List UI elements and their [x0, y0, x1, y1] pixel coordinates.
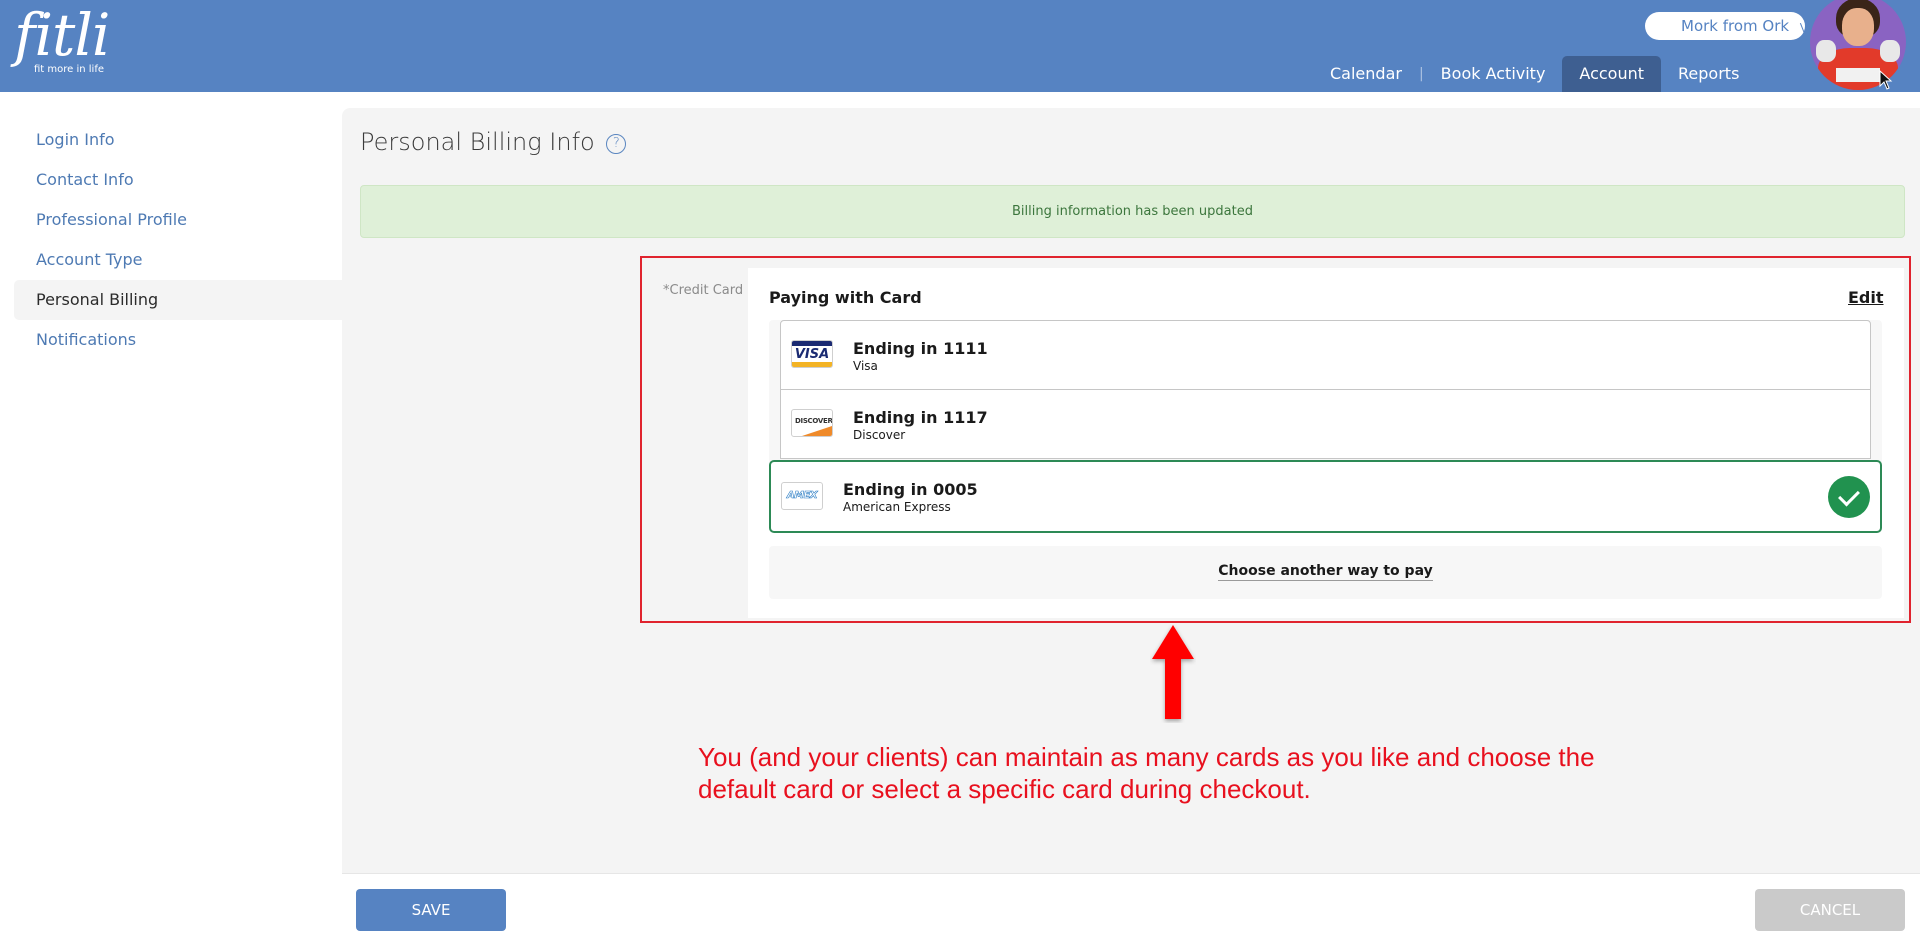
sidebar-item-notifications[interactable]: Notifications — [14, 320, 342, 360]
fitli-logo[interactable]: fitli fit more in life — [14, 1, 110, 75]
sidebar-item-contact-info[interactable]: Contact Info — [14, 160, 342, 200]
nav-reports[interactable]: Reports — [1661, 56, 1756, 92]
save-button[interactable]: SAVE — [356, 889, 506, 931]
top-header: fitli fit more in life Mork from Ork ⋁ C… — [0, 0, 1920, 92]
nav-book-activity[interactable]: Book Activity — [1424, 56, 1563, 92]
annotation-highlight-box — [640, 256, 1911, 623]
main-nav: Calendar | Book Activity Account Reports — [1313, 56, 1756, 92]
footer-divider — [342, 873, 1920, 874]
avatar-belt — [1836, 68, 1880, 82]
avatar-glove-left — [1816, 40, 1836, 62]
account-sidebar: Login Info Contact Info Professional Pro… — [14, 120, 342, 360]
nav-account[interactable]: Account — [1562, 56, 1662, 92]
help-icon[interactable]: ? — [606, 134, 627, 154]
user-name: Mork from Ork — [1681, 17, 1790, 35]
logo-tagline: fit more in life — [34, 64, 105, 75]
user-menu-button[interactable]: Mork from Ork ⋁ — [1645, 12, 1809, 40]
page-title-text: Personal Billing Info — [360, 128, 595, 156]
cancel-button[interactable]: CANCEL — [1755, 889, 1905, 931]
avatar-glove-right — [1880, 40, 1900, 62]
success-alert: Billing information has been updated — [360, 185, 1905, 238]
sidebar-item-login-info[interactable]: Login Info — [14, 120, 342, 160]
page-title: Personal Billing Info ? — [360, 128, 627, 156]
nav-calendar[interactable]: Calendar — [1313, 56, 1419, 92]
sidebar-item-personal-billing[interactable]: Personal Billing — [14, 280, 342, 320]
mouse-cursor-icon — [1879, 70, 1893, 90]
annotation-text: You (and your clients) can maintain as m… — [698, 742, 1595, 804]
sidebar-item-account-type[interactable]: Account Type — [14, 240, 342, 280]
avatar-face — [1842, 8, 1874, 46]
double-chevron-down-icon: ⋁ — [1799, 21, 1809, 34]
sidebar-item-professional-profile[interactable]: Professional Profile — [14, 200, 342, 240]
annotation-arrow-up-icon — [1152, 625, 1194, 719]
logo-wordmark: fitli — [14, 1, 110, 69]
